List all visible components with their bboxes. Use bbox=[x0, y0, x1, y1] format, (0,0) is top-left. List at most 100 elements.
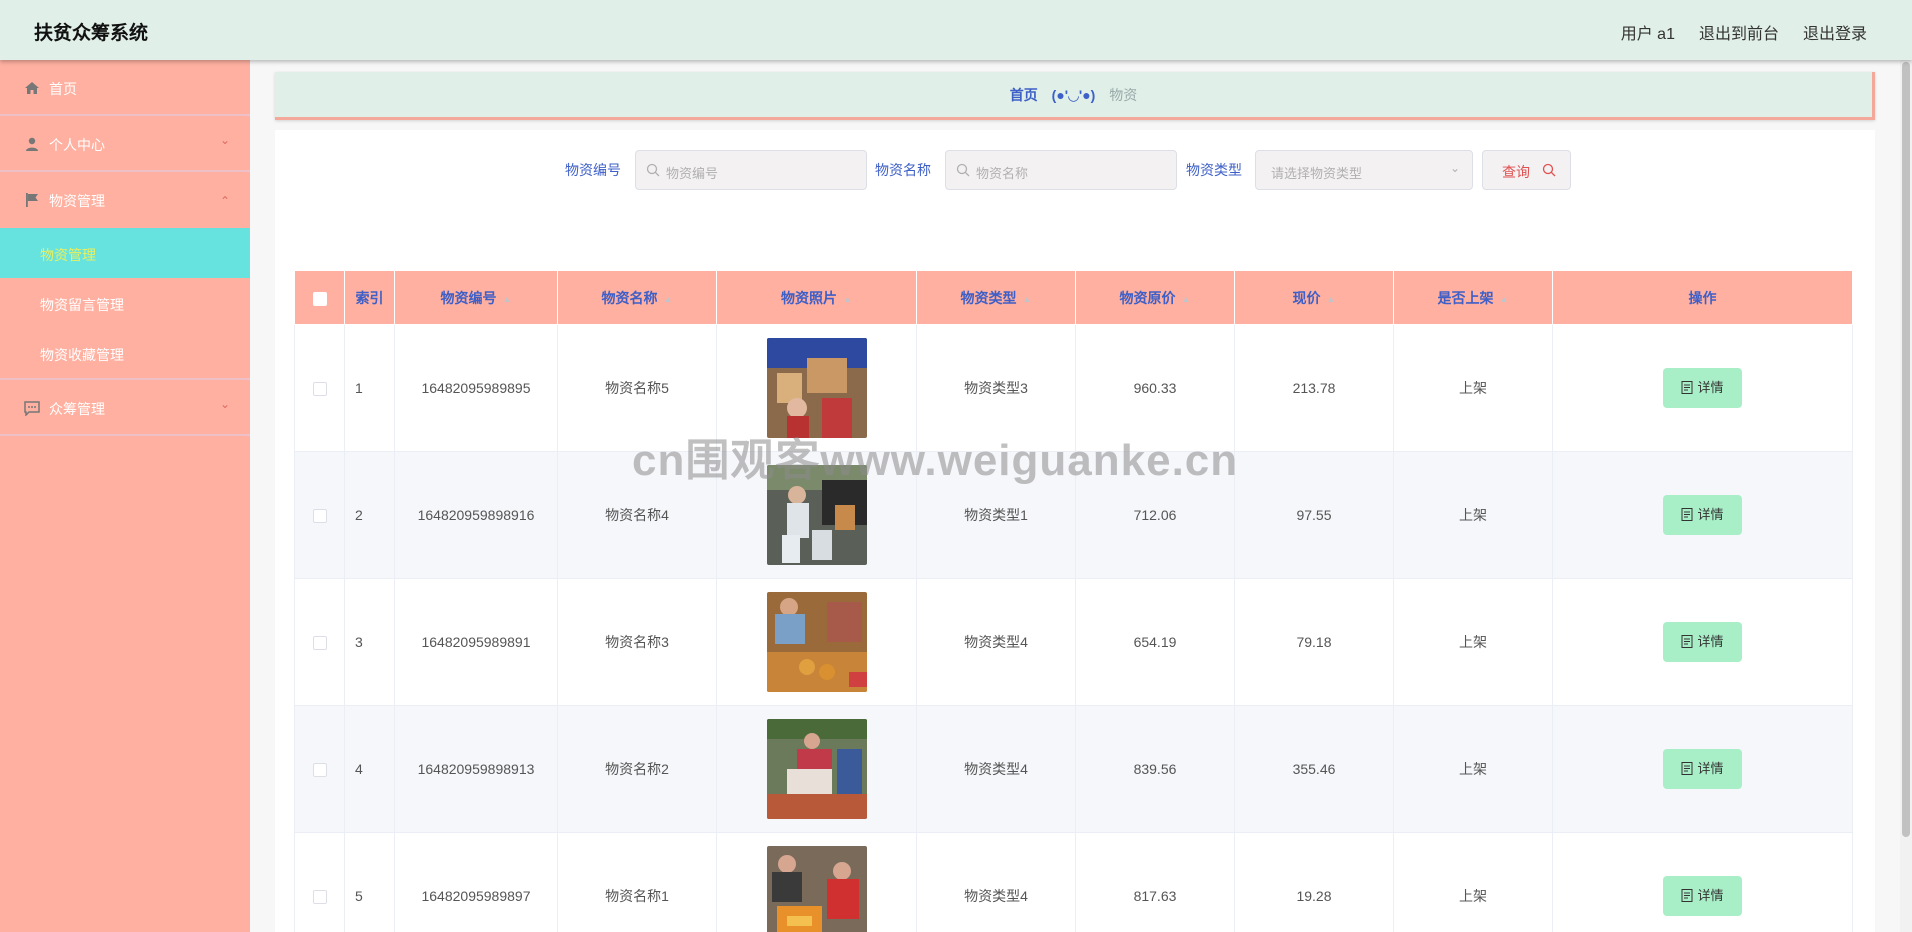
table-row: 1 16482095989895 物资名称5 物资类型3 960.33 213.… bbox=[294, 324, 1853, 452]
row-checkbox[interactable] bbox=[312, 382, 327, 397]
status-cell: 上架 bbox=[1393, 324, 1553, 452]
table-row: 3 16482095989891 物资名称3 物资类型4 654.19 79.1… bbox=[294, 578, 1853, 706]
sort-icon[interactable]: ▲ bbox=[843, 294, 852, 304]
logout-link[interactable]: 退出登录 bbox=[1803, 20, 1867, 44]
col-header-label: 现价 bbox=[1292, 289, 1321, 306]
code-input[interactable]: 物资编号 bbox=[635, 150, 867, 190]
table-header-row: 索引 物资编号 ▲ 物资名称 ▲ 物资照片 ▲ 物资类型 ▲ 物资原价 ▲ 现价 ▲ 是否上… bbox=[294, 270, 1853, 325]
goods-photo bbox=[766, 338, 867, 438]
search-form: 物资编号 物资编号 物资名称 物资名称 物资类型 请选择物资类型 ⌄ 查询 bbox=[275, 148, 1875, 190]
orig-price-cell: 654.19 bbox=[1075, 578, 1235, 706]
actions-cell: 详情 bbox=[1552, 705, 1853, 833]
price-cell: 79.18 bbox=[1234, 578, 1394, 706]
submenu-item-goods-management[interactable]: 物资管理 bbox=[0, 228, 250, 278]
actions-cell: 详情 bbox=[1552, 578, 1853, 706]
document-icon bbox=[1681, 508, 1693, 521]
detail-button-label: 详情 bbox=[1697, 380, 1724, 395]
type-cell: 物资类型4 bbox=[916, 705, 1076, 833]
code-label: 物资编号 bbox=[565, 162, 621, 178]
status-cell: 上架 bbox=[1393, 451, 1553, 579]
row-select-cell bbox=[294, 451, 345, 579]
name-cell: 物资名称3 bbox=[557, 578, 717, 706]
search-icon bbox=[956, 163, 970, 177]
breadcrumb: 首页 (●'◡'●) 物资 bbox=[275, 72, 1875, 120]
type-select[interactable]: 请选择物资类型 ⌄ bbox=[1255, 150, 1473, 190]
row-checkbox[interactable] bbox=[312, 509, 327, 524]
col-header-code[interactable]: 物资编号 ▲ bbox=[394, 270, 558, 325]
detail-button[interactable]: 详情 bbox=[1663, 622, 1742, 662]
sidebar-item-goods-management[interactable]: 物资管理 ⌃ bbox=[0, 172, 250, 228]
row-checkbox[interactable] bbox=[312, 890, 327, 905]
col-header-status[interactable]: 是否上架 ▲ bbox=[1393, 270, 1553, 325]
photo-cell bbox=[716, 832, 917, 932]
name-input[interactable]: 物资名称 bbox=[945, 150, 1177, 190]
sort-icon[interactable]: ▲ bbox=[664, 294, 673, 304]
sidebar-item-label: 物资管理 bbox=[49, 193, 105, 209]
select-all-checkbox[interactable] bbox=[312, 291, 327, 306]
name-cell: 物资名称4 bbox=[557, 451, 717, 579]
chevron-up-icon: ⌃ bbox=[219, 194, 230, 208]
row-checkbox[interactable] bbox=[312, 636, 327, 651]
status-cell: 上架 bbox=[1393, 705, 1553, 833]
col-header-label: 物资原价 bbox=[1119, 289, 1176, 306]
submenu-item-label: 物资留言管理 bbox=[40, 297, 124, 313]
price-cell: 355.46 bbox=[1234, 705, 1394, 833]
col-header-label: 物资照片 bbox=[781, 289, 838, 306]
sidebar-item-crowdfunding[interactable]: 众筹管理 ⌄ bbox=[0, 380, 250, 436]
chevron-down-icon: ⌄ bbox=[1449, 161, 1460, 175]
sort-icon[interactable]: ▲ bbox=[503, 294, 512, 304]
breadcrumb-separator: (●'◡'●) bbox=[1051, 87, 1096, 103]
scrollbar-thumb[interactable] bbox=[1902, 62, 1910, 837]
col-header-orig-price[interactable]: 物资原价 ▲ bbox=[1075, 270, 1235, 325]
top-header: 扶贫众筹系统 用户 a1 退出到前台 退出登录 bbox=[0, 0, 1912, 60]
submenu-item-label: 物资管理 bbox=[40, 247, 96, 263]
price-cell: 19.28 bbox=[1234, 832, 1394, 932]
row-checkbox[interactable] bbox=[312, 763, 327, 778]
sort-icon[interactable]: ▲ bbox=[1182, 294, 1191, 304]
index-cell: 4 bbox=[344, 705, 395, 833]
photo-cell bbox=[716, 578, 917, 706]
col-header-label: 是否上架 bbox=[1437, 289, 1494, 306]
back-to-front-link[interactable]: 退出到前台 bbox=[1699, 20, 1779, 44]
col-header-photo[interactable]: 物资照片 ▲ bbox=[716, 270, 917, 325]
orig-price-cell: 839.56 bbox=[1075, 705, 1235, 833]
detail-button[interactable]: 详情 bbox=[1663, 368, 1742, 408]
detail-button[interactable]: 详情 bbox=[1663, 495, 1742, 535]
submenu-item-goods-favorites[interactable]: 物资收藏管理 bbox=[0, 328, 250, 378]
detail-button-label: 详情 bbox=[1697, 507, 1724, 522]
col-header-label: 操作 bbox=[1688, 289, 1717, 306]
chevron-down-icon: ⌄ bbox=[219, 133, 230, 147]
col-header-type[interactable]: 物资类型 ▲ bbox=[916, 270, 1076, 325]
type-label: 物资类型 bbox=[1186, 162, 1242, 178]
detail-button[interactable]: 详情 bbox=[1663, 876, 1742, 916]
code-placeholder: 物资编号 bbox=[666, 166, 719, 181]
submenu-goods: 物资管理 物资留言管理 物资收藏管理 bbox=[0, 228, 250, 380]
status-cell: 上架 bbox=[1393, 578, 1553, 706]
orig-price-cell: 960.33 bbox=[1075, 324, 1235, 452]
sidebar-item-personal-center[interactable]: 个人中心 ⌄ bbox=[0, 116, 250, 172]
col-header-price[interactable]: 现价 ▲ bbox=[1234, 270, 1394, 325]
document-icon bbox=[1681, 381, 1693, 394]
chevron-down-icon: ⌄ bbox=[219, 397, 230, 411]
name-cell: 物资名称5 bbox=[557, 324, 717, 452]
col-header-actions: 操作 bbox=[1552, 270, 1853, 325]
actions-cell: 详情 bbox=[1552, 451, 1853, 579]
index-cell: 3 bbox=[344, 578, 395, 706]
sort-icon[interactable]: ▲ bbox=[1023, 294, 1032, 304]
breadcrumb-home[interactable]: 首页 bbox=[1010, 87, 1038, 103]
submenu-item-goods-messages[interactable]: 物资留言管理 bbox=[0, 278, 250, 328]
goods-photo bbox=[766, 719, 867, 819]
select-all-cell bbox=[294, 270, 345, 325]
detail-button[interactable]: 详情 bbox=[1663, 749, 1742, 789]
name-placeholder: 物资名称 bbox=[976, 166, 1029, 181]
query-button[interactable]: 查询 bbox=[1482, 150, 1571, 190]
sort-icon[interactable]: ▲ bbox=[1327, 294, 1336, 304]
sort-icon[interactable]: ▲ bbox=[1500, 294, 1509, 304]
flag-icon bbox=[26, 193, 38, 207]
sidebar-item-home[interactable]: 首页 bbox=[0, 60, 250, 116]
code-cell: 164820959898913 bbox=[394, 705, 558, 833]
col-header-name[interactable]: 物资名称 ▲ bbox=[557, 270, 717, 325]
page-scrollbar[interactable] bbox=[1900, 60, 1912, 932]
home-icon bbox=[25, 82, 39, 94]
row-select-cell bbox=[294, 832, 345, 932]
